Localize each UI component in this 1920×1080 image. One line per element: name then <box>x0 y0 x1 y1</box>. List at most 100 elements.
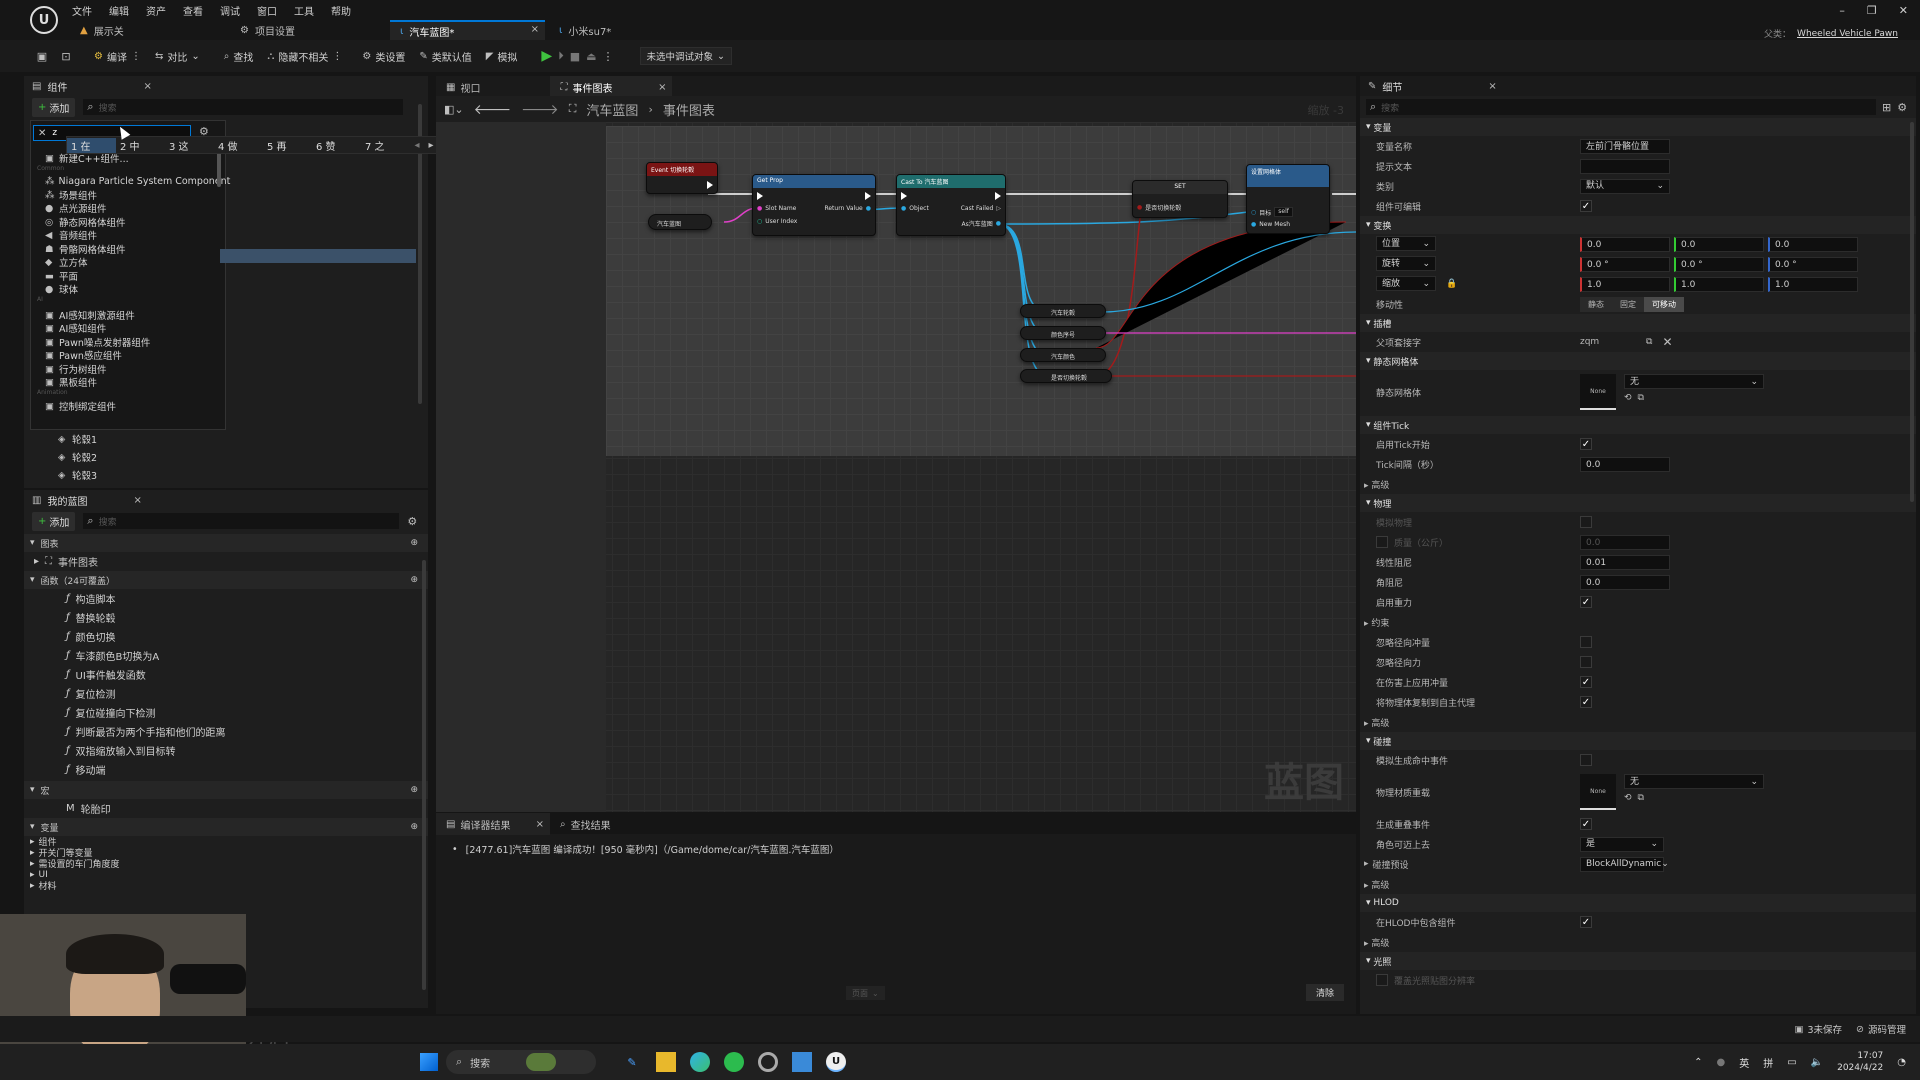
function-item[interactable]: ƒ 判断最否为两个手指和他们的距离 <box>24 722 428 741</box>
mobility-stationary[interactable]: 固定 <box>1612 296 1644 312</box>
doc-tab-car-blueprint[interactable]: ɩ 汽车蓝图* × <box>390 20 545 40</box>
component-list-item[interactable]: ⁂ 场景组件 <box>31 188 225 202</box>
hide-unrelated-button[interactable]: ⛬ 隐藏不相关 ⋮ <box>263 45 346 67</box>
minimize-icon[interactable]: – <box>1839 4 1845 17</box>
component-list-item[interactable]: ● 点光源组件 <box>31 202 225 215</box>
tree-item-wheel[interactable]: ◈ 轮毂3 <box>58 466 97 484</box>
mobility-movable[interactable]: 可移动 <box>1644 296 1684 312</box>
menu-help[interactable]: 帮助 <box>331 3 351 18</box>
variable-category[interactable]: ▸ UI <box>24 869 428 880</box>
tray-expand-icon[interactable]: ⌃ <box>1694 1057 1702 1068</box>
add-member-button[interactable]: + 添加 <box>32 511 76 531</box>
variable-category[interactable]: ▸ 材料 <box>24 880 428 893</box>
component-list-item[interactable]: ▣ Pawn噪点发射器组件 <box>31 335 225 349</box>
back-arrow-icon[interactable]: 🡐 <box>474 101 512 118</box>
function-item[interactable]: ƒ 双指缩放输入到目标转 <box>24 741 428 760</box>
location-x[interactable]: 0.0 <box>1580 236 1670 252</box>
edge-browser-icon[interactable] <box>690 1052 710 1072</box>
function-item[interactable]: ƒ 替换轮毂 <box>24 608 428 627</box>
debug-target-dropdown[interactable]: 未选中调试对象 ⌄ <box>639 47 732 65</box>
close-tab-icon[interactable]: × <box>658 82 666 93</box>
int-pin-icon[interactable]: ○ <box>757 218 762 225</box>
doc-tab-level[interactable]: ▲ 展示关 <box>70 23 230 38</box>
advanced-expander[interactable]: ▸ 高级 <box>1360 932 1916 952</box>
hlod-include-checkbox[interactable]: ✓ <box>1580 916 1592 928</box>
doc-tab-su7[interactable]: ɩ 小米su7* <box>545 23 685 38</box>
close-icon[interactable]: × <box>143 81 151 92</box>
scale-x[interactable]: 1.0 <box>1580 276 1670 292</box>
source-control-button[interactable]: ⊘ 源码管理 <box>1856 1022 1906 1037</box>
object-pin-icon[interactable]: ● <box>866 205 871 212</box>
macro-item[interactable]: M 轮胎印 <box>24 799 428 818</box>
advanced-expander[interactable]: ▸ 高级 <box>1360 874 1916 894</box>
variable-getter-node[interactable]: 颜色序号 <box>1020 326 1106 340</box>
chrome-icon[interactable] <box>758 1052 778 1072</box>
browse-asset-icon[interactable]: ⧉ <box>1638 393 1644 403</box>
save-icon[interactable]: ▣ <box>34 50 50 63</box>
component-list-item[interactable]: ▣ 行为树组件 <box>31 362 225 376</box>
variable-name-field[interactable]: 左前门骨骼位置 <box>1580 138 1670 154</box>
menu-window[interactable]: 窗口 <box>257 3 277 18</box>
menu-tools[interactable]: 工具 <box>294 3 314 18</box>
section-static-mesh[interactable]: ▾ 静态网格体 <box>1360 352 1916 370</box>
tree-item-wheel[interactable]: ◈ 轮毂2 <box>58 448 97 466</box>
add-component-button[interactable]: + 添加 <box>32 97 76 117</box>
menu-file[interactable]: 文件 <box>72 3 92 18</box>
ignore-radial-impulse-checkbox[interactable] <box>1580 636 1592 648</box>
close-tab-icon[interactable]: × <box>536 819 544 830</box>
exec-pin-icon[interactable] <box>707 181 713 189</box>
ime-candidate[interactable]: 6 赞 <box>312 138 361 153</box>
simulate-button[interactable]: ◤ 模拟 <box>482 45 522 67</box>
graph-menu-icon[interactable]: ◧⌄ <box>444 103 464 116</box>
clock-time[interactable]: 17:07 <box>1857 1050 1883 1062</box>
play-icon[interactable]: ▶ <box>541 48 552 64</box>
event-graph-item[interactable]: ▸ ⛶ 事件图表 <box>24 552 428 571</box>
exec-pin-icon[interactable] <box>995 192 1001 200</box>
menu-view[interactable]: 查看 <box>183 3 203 18</box>
ime-candidate[interactable]: 4 做 <box>214 138 263 153</box>
tab-event-graph[interactable]: ⛶ 事件图表 × <box>550 76 673 98</box>
class-settings-button[interactable]: ⚙ 类设置 <box>358 45 409 67</box>
scale-y[interactable]: 1.0 <box>1674 276 1764 292</box>
function-item[interactable]: ƒ 复位碰撞向下检测 <box>24 703 428 722</box>
forward-arrow-icon[interactable]: 🡒 <box>521 101 559 118</box>
details-search[interactable]: ⌕ 搜索 <box>1366 99 1876 115</box>
macros-section-header[interactable]: ▾ 宏 ⊕ <box>24 781 428 799</box>
gear-icon[interactable]: ⚙ <box>1897 101 1907 114</box>
exec-pin-icon[interactable] <box>901 192 907 200</box>
constraints-expander[interactable]: ▸ 约束 <box>1360 612 1916 632</box>
mobility-static[interactable]: 静态 <box>1580 296 1612 312</box>
section-transform[interactable]: ▾ 变换 <box>1360 216 1916 234</box>
section-component-tick[interactable]: ▾ 组件Tick <box>1360 416 1916 434</box>
class-defaults-button[interactable]: ✎ 类默认值 <box>415 45 475 67</box>
taskbar-search[interactable]: ⌕ 搜索 <box>446 1050 596 1074</box>
scale-z[interactable]: 1.0 <box>1768 276 1858 292</box>
ime-candidate[interactable]: 1 在 <box>67 137 116 153</box>
ime-mode[interactable]: 拼 <box>1763 1055 1773 1070</box>
set-mesh-node[interactable]: 设置网格体 ○ 目标 self ● New Mesh <box>1246 164 1330 234</box>
details-scrollbar[interactable] <box>1910 122 1914 502</box>
menu-asset[interactable]: 资产 <box>146 3 166 18</box>
component-list-item[interactable]: ◆ 立方体 <box>31 256 225 269</box>
rotation-dropdown[interactable]: 旋转 ⌄ <box>1376 256 1436 271</box>
tick-interval-field[interactable]: 0.0 <box>1580 456 1670 472</box>
use-selected-icon[interactable]: ⟲ <box>1624 793 1632 803</box>
close-window-icon[interactable]: ✕ <box>1899 4 1908 17</box>
component-list-item[interactable]: ▣ 黑板组件 <box>31 376 225 389</box>
phys-material-dropdown[interactable]: 无 ⌄ <box>1624 774 1764 789</box>
step-icon[interactable]: ⏵ <box>558 49 564 63</box>
more-icon[interactable]: ⋮ <box>131 51 141 62</box>
doc-tab-project-settings[interactable]: ⚙ 项目设置 <box>230 23 390 38</box>
component-list-item[interactable]: ▣ Pawn感应组件 <box>31 349 225 362</box>
section-hlod[interactable]: ▾ HLOD <box>1360 894 1916 912</box>
editable-checkbox[interactable]: ✓ <box>1580 200 1592 212</box>
can-step-up-dropdown[interactable]: 是 ⌄ <box>1580 836 1664 852</box>
variables-section-header[interactable]: ▾ 变量 ⊕ <box>24 818 428 836</box>
section-collision[interactable]: ▾ 碰撞 <box>1360 732 1916 750</box>
compile-button[interactable]: ⚙ 编译 ⋮ <box>90 45 145 67</box>
maximize-icon[interactable]: ❐ <box>1867 4 1877 17</box>
add-circle-icon[interactable]: ⊕ <box>410 785 418 795</box>
object-pin-icon[interactable]: ○ <box>1251 209 1256 216</box>
ime-lang[interactable]: 英 <box>1739 1055 1749 1070</box>
ignore-radial-force-checkbox[interactable] <box>1580 656 1592 668</box>
